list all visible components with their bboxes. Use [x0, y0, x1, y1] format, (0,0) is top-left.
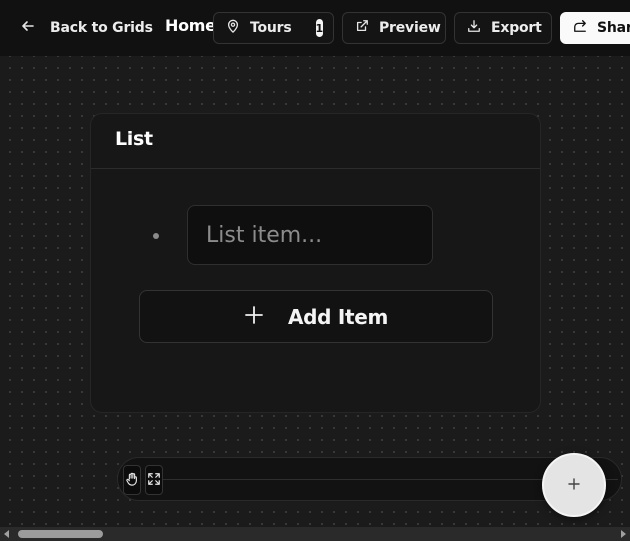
preview-label: Preview — [379, 20, 441, 36]
map-pin-icon — [226, 19, 240, 37]
tours-button[interactable]: Tours 1 — [213, 12, 334, 44]
external-link-icon — [355, 19, 369, 37]
plus-icon — [567, 476, 581, 495]
back-to-grids-label: Back to Grids — [50, 20, 153, 36]
tours-label: Tours — [250, 20, 292, 36]
arrow-left-icon — [20, 18, 36, 38]
page-title: Home — [165, 16, 216, 35]
list-card: List Add Item — [90, 113, 541, 413]
add-item-label: Add Item — [287, 304, 389, 329]
fit-view-button[interactable] — [145, 465, 163, 495]
hand-icon — [125, 471, 139, 490]
scroll-right-arrow-icon[interactable] — [616, 527, 630, 541]
horizontal-scrollbar[interactable] — [0, 527, 630, 541]
scroll-left-arrow-icon[interactable] — [0, 527, 14, 541]
export-button[interactable]: Export — [454, 12, 552, 44]
list-card-title: List — [115, 128, 153, 150]
share-button[interactable]: Share — [560, 12, 630, 44]
add-widget-button[interactable] — [542, 453, 606, 517]
add-item-button[interactable]: Add Item — [139, 290, 493, 343]
download-icon — [467, 19, 481, 37]
plus-icon — [244, 305, 264, 329]
tours-count-badge: 1 — [315, 19, 323, 37]
pan-tool-button[interactable] — [123, 465, 141, 495]
share-icon — [573, 19, 587, 37]
back-to-grids-button[interactable]: Back to Grids — [20, 12, 153, 44]
export-label: Export — [491, 20, 542, 36]
list-bullet — [153, 233, 159, 239]
share-label: Share — [597, 20, 630, 36]
preview-button[interactable]: Preview — [342, 12, 446, 44]
list-item-input[interactable] — [187, 205, 433, 265]
scrollbar-thumb[interactable] — [18, 530, 103, 538]
top-bar: Back to Grids Home Tours 1 Preview Expor… — [0, 0, 630, 56]
list-card-header: List — [91, 114, 540, 169]
expand-icon — [147, 471, 161, 490]
